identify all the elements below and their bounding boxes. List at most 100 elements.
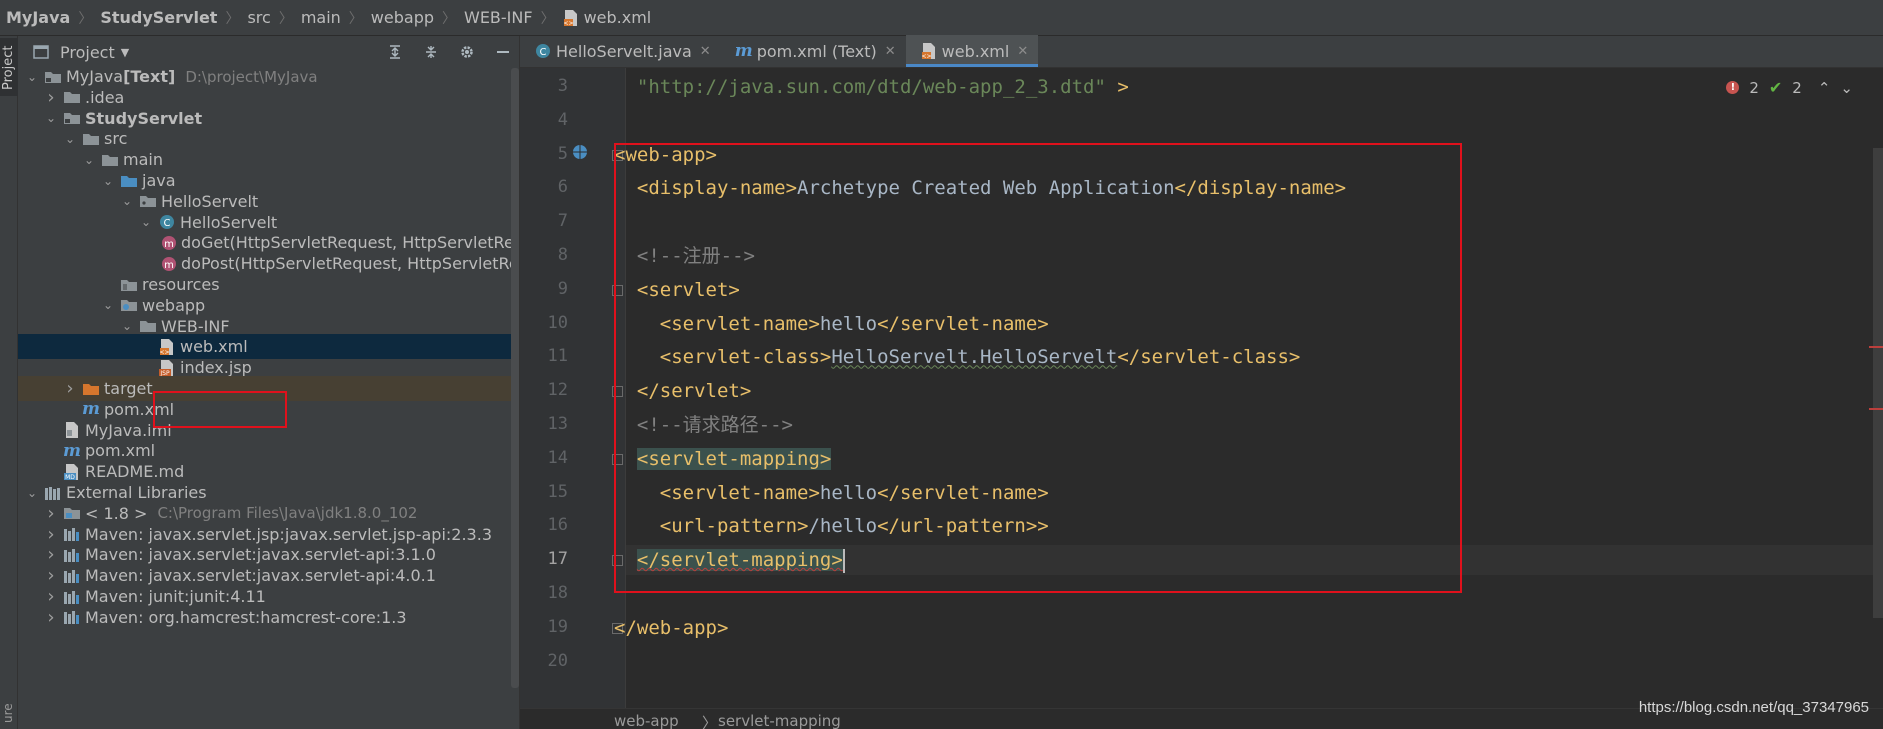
class-icon: C xyxy=(534,42,552,60)
close-icon[interactable]: ✕ xyxy=(700,44,711,59)
line-number: 7 xyxy=(557,211,568,232)
library-icon xyxy=(63,588,81,606)
chevron-down-icon[interactable]: ⌄ xyxy=(81,153,97,167)
breadcrumb-item[interactable]: main xyxy=(301,8,341,27)
chevron-down-icon[interactable]: ⌄ xyxy=(119,319,135,333)
left-tool-strip: Project ure xyxy=(0,36,18,729)
method-icon: m xyxy=(161,234,177,252)
code-line: <servlet-name>hello</servlet-name> xyxy=(614,478,1049,508)
editor-scrollbar[interactable] xyxy=(1873,148,1883,618)
line-number: 6 xyxy=(557,177,568,198)
chevron-right-icon[interactable]: › xyxy=(43,607,59,628)
tree-label: resources xyxy=(142,275,220,294)
tree-label: webapp xyxy=(142,295,206,315)
tree-label: pom.xml xyxy=(104,399,175,419)
breadcrumb-separator: 〉 xyxy=(278,10,293,27)
code-editor[interactable]: 3 4 5 6 7 8 9 10 11 12 13 14 15 16 17 18 19 20 "http://ja… xyxy=(520,68,1883,708)
expand-all-icon[interactable] xyxy=(385,42,405,62)
chevron-down-icon[interactable]: ⌄ xyxy=(100,174,116,188)
line-number: 17 xyxy=(547,549,568,570)
maven-icon: m xyxy=(734,41,753,61)
editor-tab-label: pom.xml (Text) xyxy=(756,41,877,61)
excluded-folder-icon xyxy=(82,380,100,398)
breadcrumb-item[interactable]: StudyServlet xyxy=(100,8,217,27)
editor-tab[interactable]: C HelloServelt.java ✕ xyxy=(520,35,721,67)
tree-row[interactable]: › Maven: org.hamcrest:hamcrest-core:1.3 xyxy=(18,605,519,630)
editor-tab[interactable]: <> web.xml ✕ xyxy=(905,35,1039,67)
collapse-all-icon[interactable] xyxy=(421,42,441,62)
project-scrollbar[interactable] xyxy=(511,68,519,688)
line-number: 8 xyxy=(557,245,568,265)
library-icon xyxy=(63,567,81,585)
code-token: </servlet-name> xyxy=(877,481,1049,504)
folder-icon xyxy=(82,130,100,148)
chevron-down-icon[interactable]: ⌄ xyxy=(24,70,40,84)
line-number: 14 xyxy=(547,447,568,468)
line-number: 13 xyxy=(547,414,568,434)
breadcrumb-separator: 〉 xyxy=(225,10,240,27)
library-icon xyxy=(63,525,81,543)
line-number: 19 xyxy=(547,616,568,637)
breadcrumb-label: main xyxy=(300,8,341,27)
tree-path: C:\Program Files\Java\jdk1.8.0_102 xyxy=(157,504,418,523)
structure-tool-tab[interactable]: ure xyxy=(0,699,18,725)
error-stripe-mark[interactable] xyxy=(1869,408,1883,410)
chevron-down-icon[interactable]: ⌄ xyxy=(100,298,116,312)
chevron-down-icon[interactable]: ⌄ xyxy=(138,215,154,229)
chevron-up-icon[interactable]: ⌃ xyxy=(1818,79,1831,97)
breadcrumb-label: MyJava xyxy=(6,8,71,27)
chevron-down-icon[interactable]: ⌄ xyxy=(1840,79,1853,97)
web-app-icon[interactable] xyxy=(572,144,588,164)
breadcrumb-item[interactable]: WEB-INF xyxy=(464,8,533,27)
chevron-down-icon[interactable]: ⌄ xyxy=(119,194,135,208)
project-panel-title[interactable]: Project xyxy=(60,43,115,62)
tree-label: index.jsp xyxy=(180,358,252,378)
breadcrumb-label: WEB-INF xyxy=(464,8,533,27)
tree-label: doPost(HttpServletRequest, HttpServletRe… xyxy=(181,254,519,274)
text-cursor xyxy=(842,548,845,573)
tree-label: Maven: javax.servlet:javax.servlet-api:3… xyxy=(85,545,436,565)
code-line: <web-app> xyxy=(614,140,717,170)
breadcrumb-separator: 〉 xyxy=(540,10,555,27)
chevron-down-icon[interactable]: ▼ xyxy=(121,46,129,59)
tree-label: WEB-INF xyxy=(161,316,230,336)
folder-icon xyxy=(101,151,119,169)
line-number: 11 xyxy=(547,346,568,367)
tree-label: StudyServlet xyxy=(85,108,203,128)
editor-tab[interactable]: m pom.xml (Text) ✕ xyxy=(721,35,906,67)
code-token: </servlet-name> xyxy=(877,312,1049,335)
inspection-widget[interactable]: ! 2 ✔ 2 ⌃ ⌄ xyxy=(1726,78,1853,97)
chevron-down-icon[interactable]: ⌄ xyxy=(43,111,59,125)
line-number: 16 xyxy=(547,515,568,536)
footer-path-item[interactable]: servlet-mapping xyxy=(718,712,841,729)
method-icon: m xyxy=(161,255,177,273)
breadcrumb-item[interactable]: <> web.xml xyxy=(563,8,652,27)
gear-icon[interactable] xyxy=(457,42,477,62)
line-number: 3 xyxy=(557,76,568,96)
breadcrumb-separator: 〉 xyxy=(442,10,456,27)
close-icon[interactable]: ✕ xyxy=(885,44,896,59)
breadcrumb-item[interactable]: webapp xyxy=(371,8,434,27)
footer-path-item[interactable]: web-app xyxy=(614,712,679,729)
chevron-down-icon[interactable]: ⌄ xyxy=(24,486,40,500)
chevron-down-icon[interactable]: ⌄ xyxy=(62,132,78,146)
tree-label-extra: [Text] xyxy=(123,67,176,86)
code-token: </url-pattern>> xyxy=(877,515,1049,538)
code-token: hello xyxy=(819,481,878,504)
error-stripe-mark[interactable] xyxy=(1869,346,1883,348)
close-icon[interactable]: ✕ xyxy=(1017,44,1028,59)
maven-icon: m xyxy=(82,399,100,420)
breadcrumb-item[interactable]: src xyxy=(247,8,270,27)
hide-panel-icon[interactable] xyxy=(493,42,513,62)
tree-label: java xyxy=(142,171,176,190)
project-tool-tab[interactable]: Project xyxy=(0,38,18,96)
code-line: </servlet-mapping> xyxy=(614,545,845,575)
code-token: <servlet-class> xyxy=(614,346,832,369)
breadcrumb-item[interactable]: MyJava xyxy=(6,8,70,27)
maven-icon: m xyxy=(63,440,81,461)
breadcrumb-label: webapp xyxy=(370,8,434,27)
footer-separator: 〉 xyxy=(702,714,718,729)
jdk-icon xyxy=(63,504,81,522)
tree-label: doGet(HttpServletRequest, HttpServletRes… xyxy=(181,233,519,253)
tree-label: MyJava xyxy=(66,67,124,86)
